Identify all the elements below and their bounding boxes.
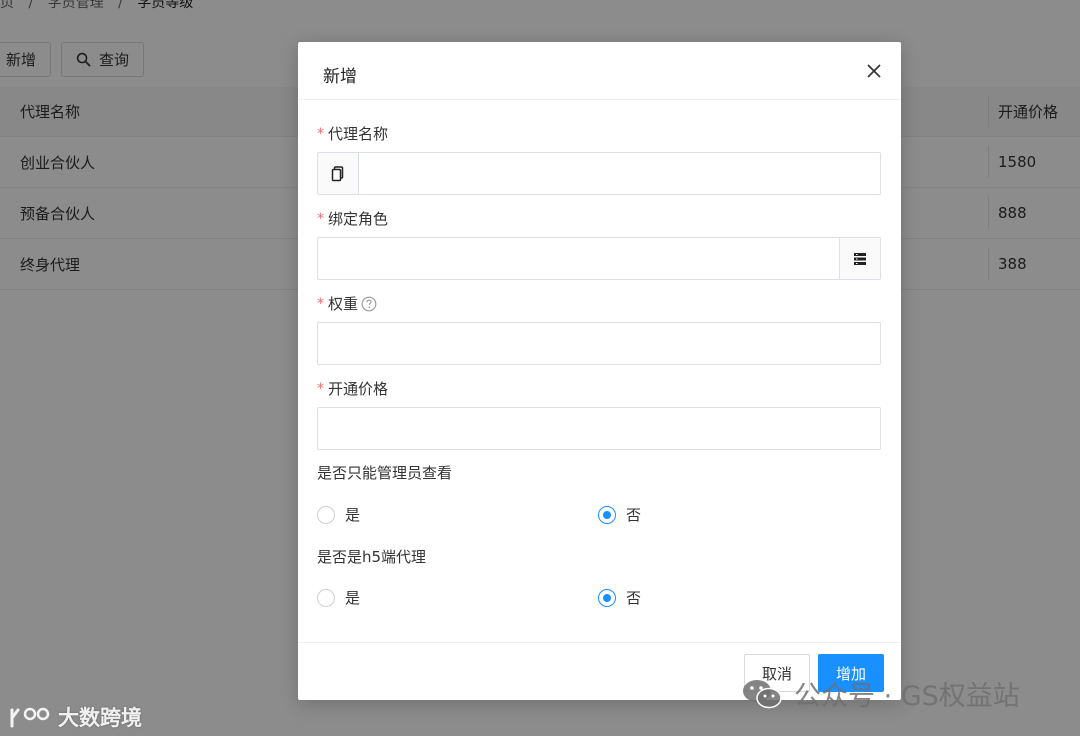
bind-role-field <box>317 237 881 280</box>
open-price-input[interactable] <box>318 408 880 449</box>
radio-label: 是 <box>345 589 361 607</box>
weight-label-text: 权重 <box>328 295 359 313</box>
close-icon[interactable] <box>865 62 883 80</box>
open-price-field <box>317 407 881 450</box>
watermark-left-text: 大数跨境 <box>58 706 142 730</box>
agent-name-label-text: 代理名称 <box>328 125 389 143</box>
admin-only-label-text: 是否只能管理员查看 <box>317 464 453 482</box>
admin-only-label: 是否只能管理员查看 <box>317 462 452 483</box>
admin-only-radio-no[interactable]: 否 <box>598 504 641 525</box>
watermark-logo-icon <box>10 707 50 728</box>
h5-agent-radio-no[interactable]: 否 <box>598 587 641 608</box>
dialog-header: 新增 <box>298 42 901 100</box>
radio-circle <box>317 588 335 607</box>
copy-icon[interactable] <box>318 153 359 194</box>
radio-circle-checked <box>598 505 616 524</box>
watermark-right-text: 公众号 · GS权益站 <box>794 681 1020 712</box>
weight-field <box>317 322 881 365</box>
required-mark: * <box>317 125 324 142</box>
bind-role-input[interactable] <box>318 238 839 279</box>
bind-role-label-text: 绑定角色 <box>328 210 389 228</box>
required-mark: * <box>317 380 324 397</box>
wechat-icon <box>740 677 784 711</box>
h5-agent-label-text: 是否是h5端代理 <box>317 548 427 566</box>
agent-name-input[interactable] <box>359 153 880 194</box>
question-circle-icon[interactable] <box>361 296 377 312</box>
required-mark: * <box>317 210 324 227</box>
agent-name-label: * 代理名称 <box>317 123 388 144</box>
radio-circle <box>317 505 335 524</box>
watermark-right: 公众号 · GS权益站 <box>740 674 1020 713</box>
weight-label: * 权重 <box>317 293 377 314</box>
h5-agent-label: 是否是h5端代理 <box>317 546 426 567</box>
watermark-left: 大数跨境 <box>8 702 142 732</box>
radio-label: 否 <box>626 506 642 524</box>
h5-agent-radio-yes[interactable]: 是 <box>317 587 360 608</box>
weight-input[interactable] <box>318 323 880 364</box>
radio-circle-checked <box>598 588 616 607</box>
radio-label: 否 <box>626 589 642 607</box>
admin-only-radio-yes[interactable]: 是 <box>317 504 360 525</box>
dialog-title: 新增 <box>323 67 357 87</box>
open-price-label: * 开通价格 <box>317 378 388 399</box>
open-price-label-text: 开通价格 <box>328 380 389 398</box>
agent-name-field <box>317 152 881 195</box>
required-mark: * <box>317 295 324 312</box>
radio-label: 是 <box>345 506 361 524</box>
add-agent-dialog: 新增 * 代理名称 * 绑定角色 * 权重 * 开通价格 是否只能管理员查看 是… <box>298 42 901 700</box>
list-icon[interactable] <box>839 238 880 279</box>
bind-role-label: * 绑定角色 <box>317 208 388 229</box>
